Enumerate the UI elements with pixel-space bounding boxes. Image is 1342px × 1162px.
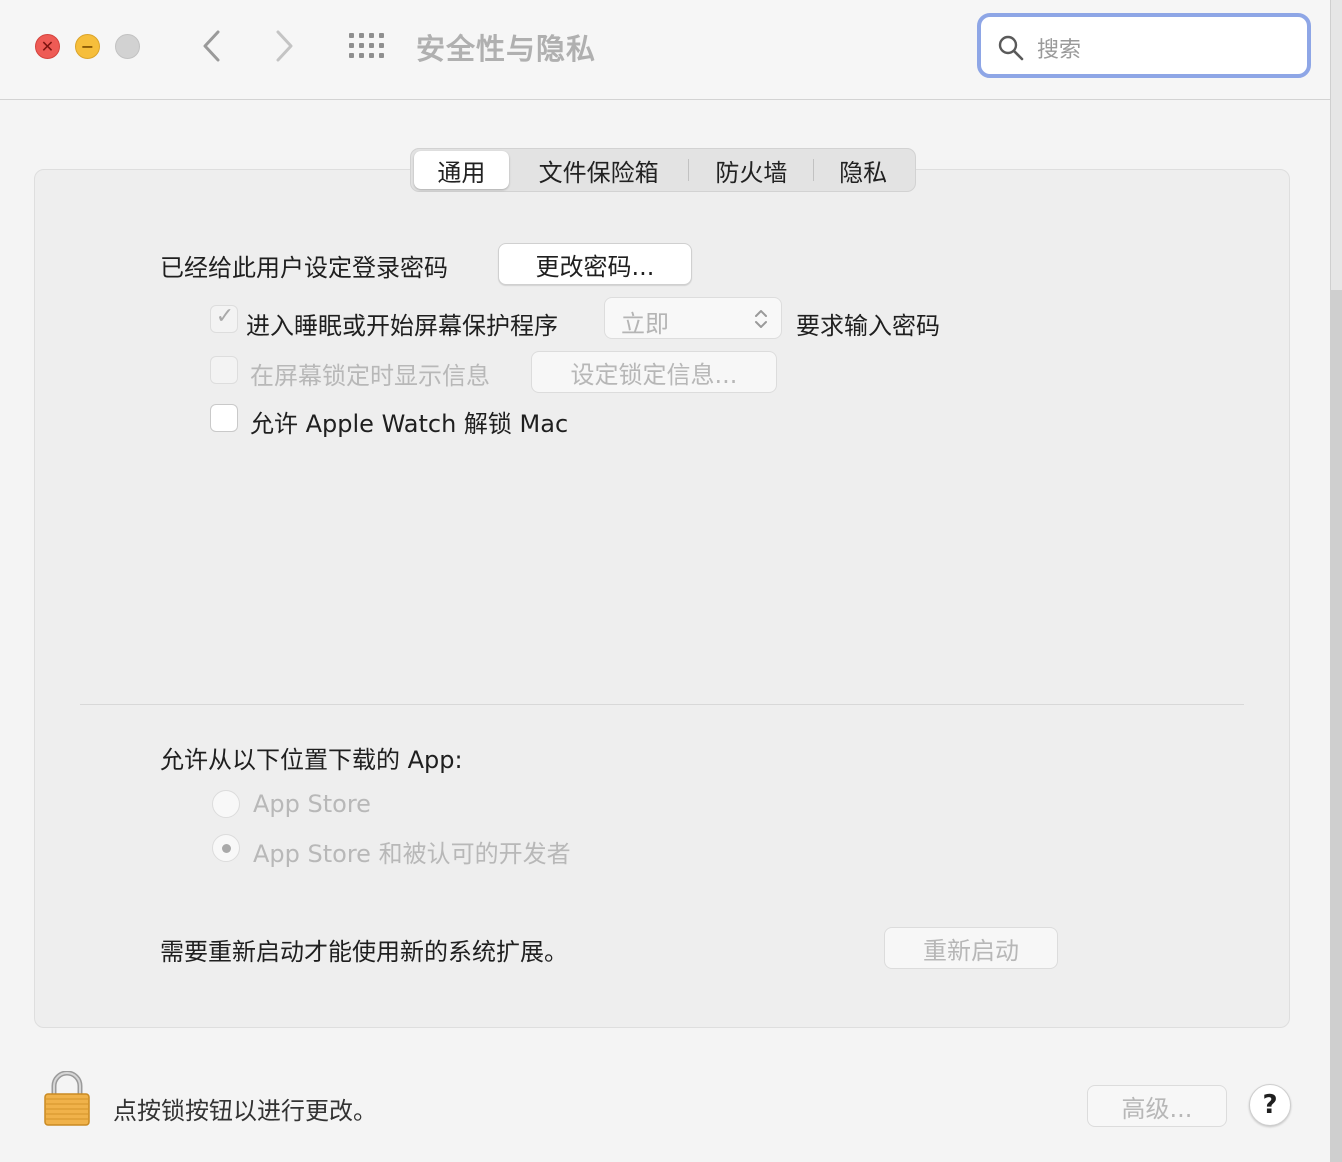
grid-icon[interactable] <box>348 32 386 60</box>
require-password-popup[interactable]: 立即 <box>604 297 782 339</box>
apple-watch-label: 允许 Apple Watch 解锁 Mac <box>250 410 569 438</box>
tab-general[interactable]: 通用 <box>414 151 509 189</box>
downloads-heading: 允许从以下位置下载的 App: <box>160 746 463 774</box>
require-password-suffix: 要求输入密码 <box>796 312 940 340</box>
change-password-button[interactable]: 更改密码... <box>498 243 692 285</box>
search-placeholder: 搜索 <box>1037 38 1082 63</box>
lock-message-label: 在屏幕锁定时显示信息 <box>250 362 490 390</box>
toolbar: ✕ − 安全性与隐私 搜索 <box>0 0 1330 100</box>
preferences-window: ✕ − 安全性与隐私 搜索 通用 文件保险箱 防火墙 隐私 已经给此用户设定登录… <box>0 0 1330 1162</box>
tab-filevault[interactable]: 文件保险箱 <box>509 151 689 189</box>
lock-hint-text: 点按锁按钮以进行更改。 <box>113 1097 377 1125</box>
radio-app-store-identified-label: App Store 和被认可的开发者 <box>253 840 571 868</box>
lock-message-checkbox[interactable] <box>210 356 238 384</box>
sleep-password-checkbox[interactable]: ✓ <box>210 304 238 333</box>
tab-bar: 通用 文件保险箱 防火墙 隐私 <box>410 148 916 192</box>
restart-button[interactable]: 重新启动 <box>884 927 1058 969</box>
section-divider <box>80 704 1244 705</box>
minimize-icon: − <box>80 36 95 56</box>
extensions-message: 需要重新启动才能使用新的系统扩展。 <box>160 938 568 966</box>
search-icon <box>998 35 1024 61</box>
set-lock-message-button[interactable]: 设定锁定信息... <box>531 351 777 393</box>
require-password-value: 立即 <box>621 310 669 338</box>
chevron-left-icon[interactable] <box>198 28 226 64</box>
radio-app-store-identified[interactable] <box>212 834 240 862</box>
window-title: 安全性与隐私 <box>416 32 597 66</box>
chevron-updown-icon <box>755 310 767 328</box>
minimize-button[interactable]: − <box>75 34 100 59</box>
search-field[interactable]: 搜索 <box>977 13 1311 78</box>
radio-app-store[interactable] <box>212 790 240 818</box>
sleep-password-label: 进入睡眠或开始屏幕保护程序 <box>246 312 558 340</box>
close-icon: ✕ <box>40 36 55 56</box>
zoom-button[interactable] <box>115 34 140 59</box>
radio-selected-dot <box>222 844 231 853</box>
checkmark-icon: ✓ <box>215 304 235 329</box>
help-button[interactable]: ? <box>1249 1084 1291 1126</box>
radio-app-store-label: App Store <box>253 790 371 818</box>
chevron-right-icon[interactable] <box>270 28 298 64</box>
apple-watch-checkbox[interactable] <box>210 404 238 432</box>
tab-privacy[interactable]: 隐私 <box>814 151 912 189</box>
tab-firewall[interactable]: 防火墙 <box>689 151 813 189</box>
lock-icon[interactable] <box>42 1071 92 1127</box>
password-label: 已经给此用户设定登录密码 <box>160 254 448 282</box>
advanced-button[interactable]: 高级... <box>1087 1085 1227 1127</box>
background-window-edge <box>1330 0 1342 1162</box>
close-button[interactable]: ✕ <box>35 34 60 59</box>
